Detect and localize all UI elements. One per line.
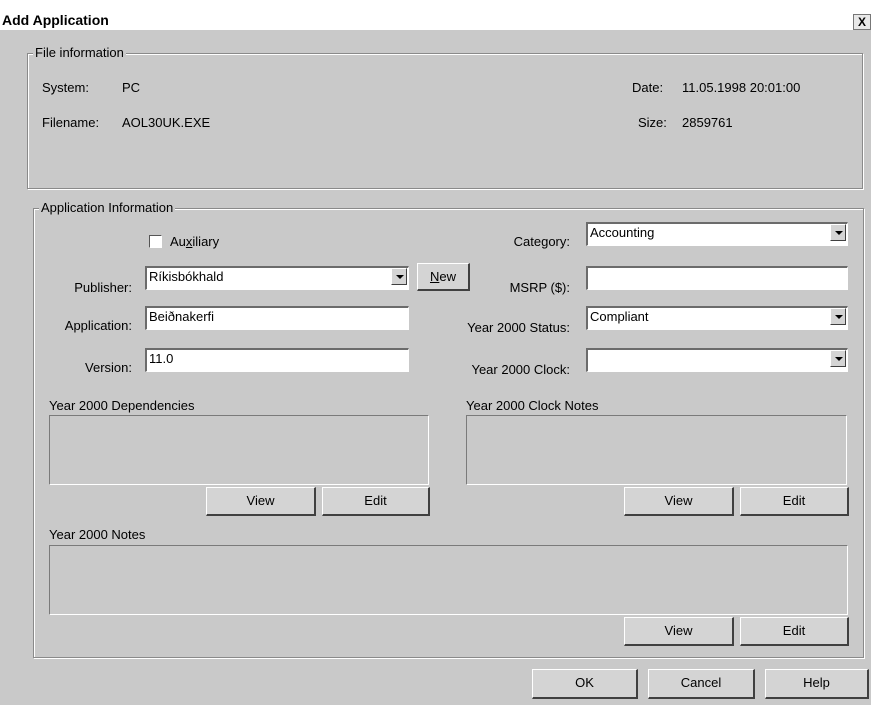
- clock-notes-view-button[interactable]: View: [624, 487, 734, 516]
- y2k-status-value[interactable]: Compliant: [586, 306, 848, 330]
- y2k-clock-dropdown-arrow-icon[interactable]: [830, 350, 846, 367]
- close-icon: X: [857, 15, 866, 29]
- application-input[interactable]: Beiðnakerfi: [145, 306, 409, 330]
- date-label: Date:: [632, 80, 664, 95]
- y2k-status-dropdown-arrow-icon[interactable]: [830, 308, 846, 325]
- y2k-clock-select[interactable]: [586, 348, 848, 372]
- auxiliary-label-post: iliary: [192, 234, 220, 249]
- window-title: Add Application: [2, 12, 109, 28]
- y2k-status-select[interactable]: Compliant: [586, 306, 848, 330]
- clock-notes-textarea[interactable]: [466, 415, 847, 485]
- y2k-clock-label: Year 2000 Clock:: [471, 362, 570, 377]
- notes-textarea[interactable]: [49, 545, 848, 615]
- category-value[interactable]: Accounting: [586, 222, 848, 246]
- notes-label: Year 2000 Notes: [49, 527, 146, 542]
- version-input[interactable]: 11.0: [145, 348, 409, 372]
- close-button[interactable]: X: [853, 14, 871, 30]
- new-button-accel: N: [429, 269, 440, 284]
- system-value: PC: [122, 80, 141, 95]
- filename-value: AOL30UK.EXE: [122, 115, 211, 130]
- notes-edit-button[interactable]: Edit: [740, 617, 849, 646]
- application-label: Application:: [64, 318, 132, 333]
- help-button[interactable]: Help: [765, 669, 869, 699]
- size-label: Size:: [638, 115, 667, 130]
- dependencies-view-button[interactable]: View: [206, 487, 316, 516]
- file-information-title: File information: [33, 45, 126, 60]
- ok-button[interactable]: OK: [532, 669, 638, 699]
- publisher-dropdown-arrow-icon[interactable]: [391, 268, 407, 285]
- system-label: System:: [42, 80, 89, 95]
- clock-notes-edit-button[interactable]: Edit: [740, 487, 849, 516]
- category-select[interactable]: Accounting: [586, 222, 848, 246]
- dependencies-textarea[interactable]: [49, 415, 429, 485]
- clock-notes-label: Year 2000 Clock Notes: [466, 398, 599, 413]
- publisher-label: Publisher:: [74, 280, 132, 295]
- auxiliary-label[interactable]: Auxiliary: [170, 234, 219, 250]
- date-value: 11.05.1998 20:01:00: [682, 80, 801, 95]
- y2k-clock-value[interactable]: [586, 348, 848, 372]
- publisher-select[interactable]: Ríkisbókhald: [145, 266, 409, 290]
- version-label: Version:: [85, 360, 132, 375]
- dependencies-label: Year 2000 Dependencies: [49, 398, 195, 413]
- cancel-button[interactable]: Cancel: [648, 669, 755, 699]
- dependencies-edit-button[interactable]: Edit: [322, 487, 430, 516]
- size-value: 2859761: [682, 115, 733, 130]
- title-bar: [0, 0, 871, 30]
- publisher-value[interactable]: Ríkisbókhald: [145, 266, 409, 290]
- auxiliary-label-pre: Au: [170, 234, 186, 249]
- msrp-label: MSRP ($):: [509, 280, 570, 295]
- filename-label: Filename:: [42, 115, 100, 130]
- auxiliary-checkbox[interactable]: [149, 235, 162, 248]
- notes-view-button[interactable]: View: [624, 617, 734, 646]
- application-information-title: Application Information: [39, 200, 176, 215]
- category-label: Category:: [513, 234, 570, 249]
- y2k-status-label: Year 2000 Status:: [467, 320, 570, 335]
- category-dropdown-arrow-icon[interactable]: [830, 224, 846, 241]
- msrp-input[interactable]: [586, 266, 848, 290]
